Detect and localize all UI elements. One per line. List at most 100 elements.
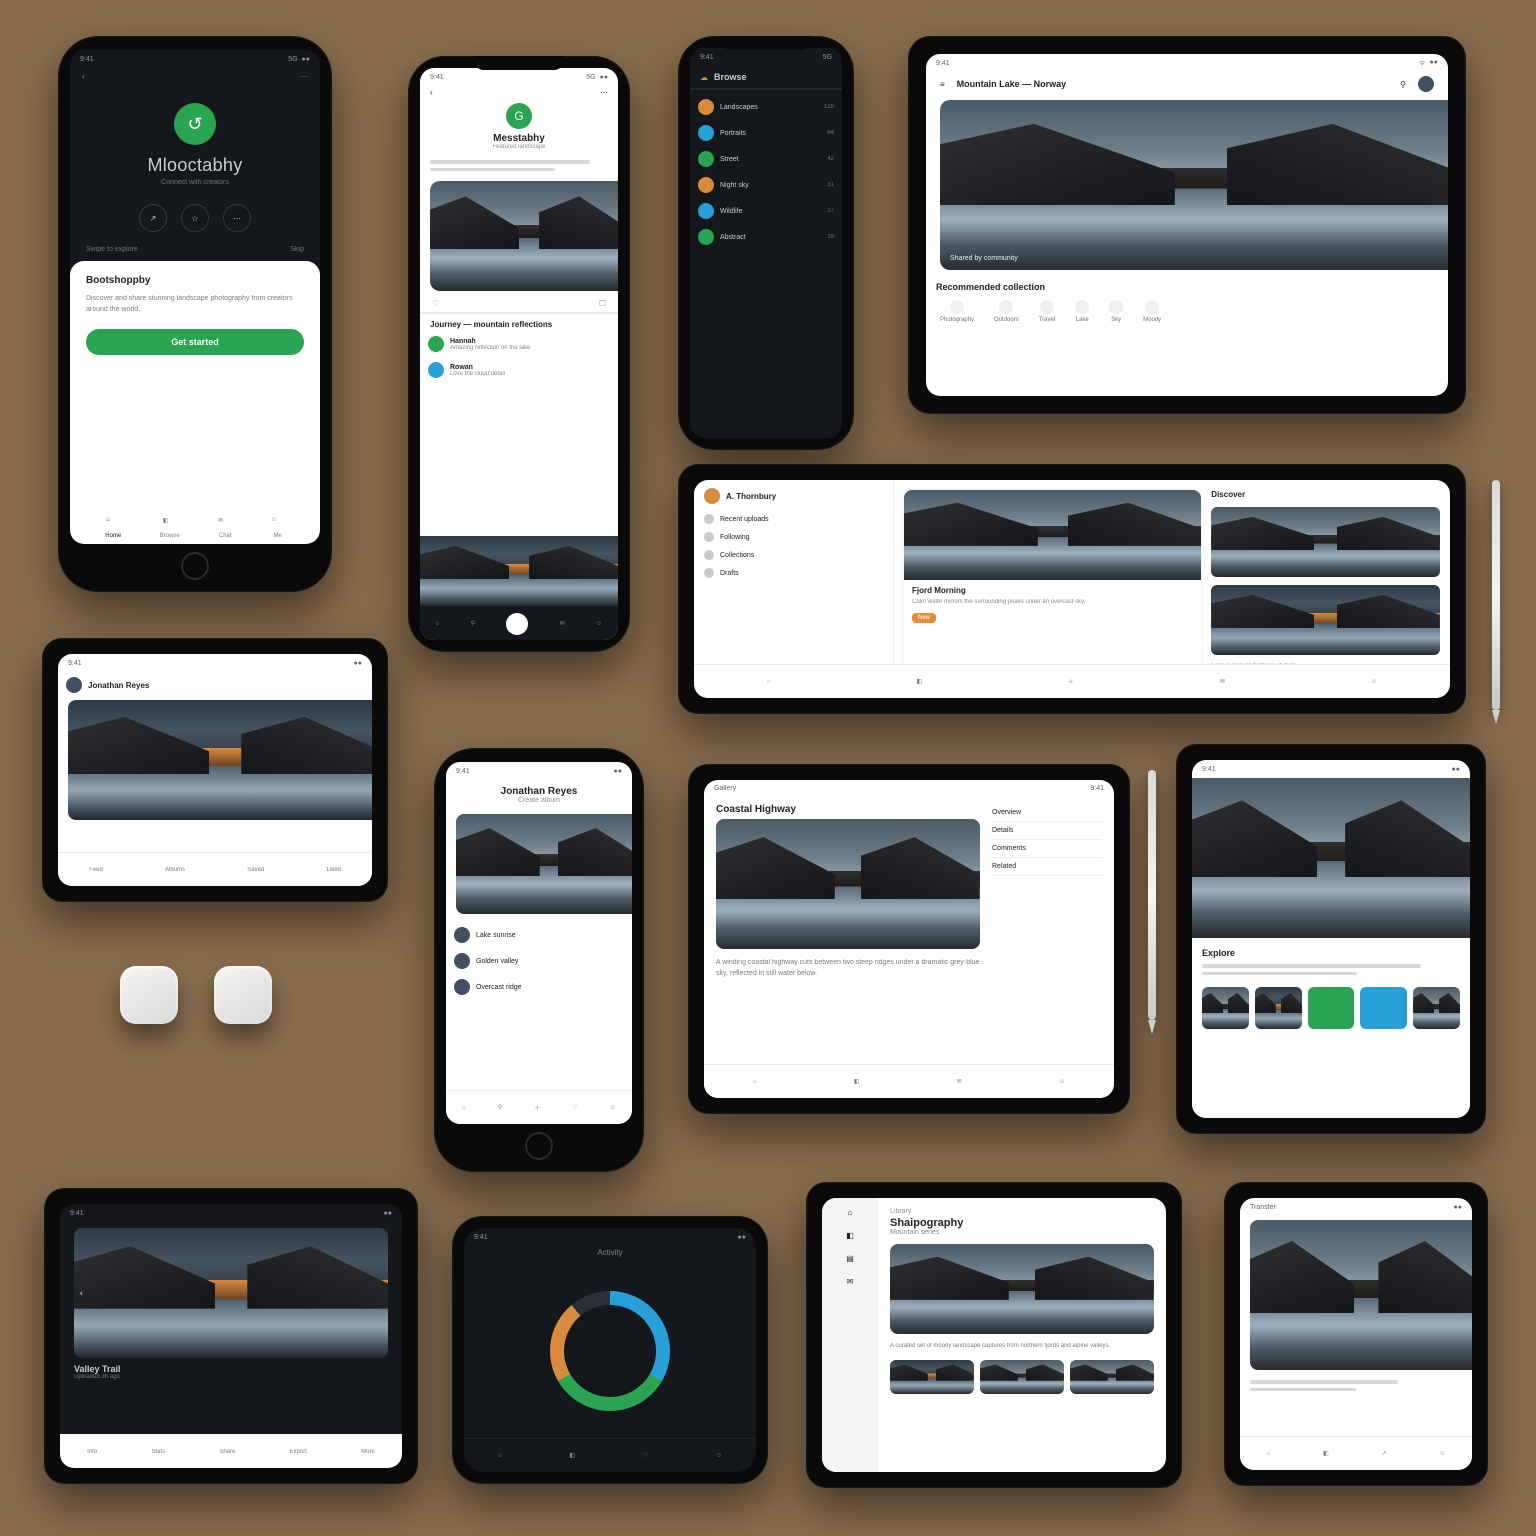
- thumb-image[interactable]: [980, 1360, 1064, 1394]
- nav-home-icon[interactable]: ⌂: [848, 1208, 853, 1217]
- tab-search[interactable]: ⚲: [498, 1104, 502, 1111]
- tab-item[interactable]: ☺: [716, 1453, 722, 1459]
- tag-item[interactable]: Sky: [1109, 300, 1123, 323]
- side-tab[interactable]: Related: [992, 858, 1102, 876]
- tab-item[interactable]: ☺: [1439, 1451, 1445, 1457]
- tag-item[interactable]: Outdoors: [994, 300, 1019, 323]
- hero-image[interactable]: [68, 700, 372, 820]
- album-row[interactable]: Lake sunrise: [446, 922, 632, 948]
- back-icon[interactable]: ‹: [430, 88, 433, 97]
- tab-home[interactable]: ⌂: [462, 1105, 466, 1111]
- tag-item[interactable]: Photography: [940, 300, 974, 323]
- tab-item[interactable]: ◧: [1323, 1450, 1329, 1457]
- avatar[interactable]: [1418, 76, 1434, 92]
- tab-export[interactable]: Export: [290, 1449, 307, 1455]
- tab-add[interactable]: ＋: [534, 1103, 540, 1112]
- category-row[interactable]: Night sky 31: [690, 172, 842, 198]
- tab-stats[interactable]: Stats: [151, 1449, 165, 1455]
- hero-image[interactable]: ‹ ›: [74, 1228, 388, 1358]
- category-row[interactable]: Street 42: [690, 146, 842, 172]
- thumb-image[interactable]: [1211, 507, 1440, 577]
- tab-browse[interactable]: ◧Browse: [160, 517, 180, 539]
- tab-item[interactable]: ◧: [854, 1078, 860, 1085]
- tab-item[interactable]: ✉: [957, 1078, 962, 1085]
- hero-image[interactable]: [890, 1244, 1154, 1334]
- category-row[interactable]: Landscapes 128: [690, 94, 842, 120]
- hero-image[interactable]: [430, 181, 618, 291]
- tab-inbox[interactable]: ✉: [560, 620, 565, 627]
- back-icon[interactable]: ‹: [82, 72, 85, 81]
- hero-image[interactable]: [456, 814, 632, 914]
- tab-item[interactable]: ⌂: [1266, 1451, 1270, 1457]
- thumb-image[interactable]: [1211, 585, 1440, 655]
- tab-alerts[interactable]: ♡: [572, 1104, 577, 1111]
- tab-home[interactable]: ⌂: [767, 679, 771, 685]
- sidebar-toggle-icon[interactable]: ≡: [940, 80, 945, 89]
- tab-item[interactable]: ♡: [643, 1452, 648, 1459]
- tab-liked[interactable]: Liked: [327, 867, 341, 873]
- category-row[interactable]: Abstract 19: [690, 224, 842, 250]
- breadcrumb[interactable]: Gallery: [714, 785, 736, 792]
- feed-card[interactable]: Fjord Morning Calm water mirrors the sur…: [904, 490, 1201, 688]
- tab-item[interactable]: ⌂: [498, 1453, 502, 1459]
- tab-share[interactable]: Share: [219, 1449, 235, 1455]
- tab-chat[interactable]: ✉Chat: [218, 517, 232, 539]
- comment-row[interactable]: RowanLove the cloud detail: [420, 357, 618, 383]
- tab-saved[interactable]: Saved: [247, 867, 264, 873]
- tab-home[interactable]: ⌂: [436, 621, 440, 627]
- menu-icon[interactable]: ⋯: [300, 72, 308, 81]
- tab-me[interactable]: ☺: [1371, 679, 1377, 685]
- tab-item[interactable]: ☺: [1059, 1079, 1065, 1085]
- hero-image[interactable]: [1192, 778, 1470, 938]
- hero-image[interactable]: [1250, 1220, 1472, 1370]
- tab-post[interactable]: [506, 613, 528, 635]
- tab-me[interactable]: ☺: [596, 621, 602, 627]
- sidebar-item[interactable]: Following: [704, 528, 883, 546]
- tab-feed[interactable]: Feed: [89, 867, 103, 873]
- tab-albums[interactable]: Albums: [165, 867, 185, 873]
- action-more-icon[interactable]: ⋯: [223, 204, 251, 232]
- tab-info[interactable]: Info: [87, 1449, 97, 1455]
- tab-add[interactable]: ＋: [1068, 677, 1074, 686]
- album-row[interactable]: Golden valley: [446, 948, 632, 974]
- nav-library-icon[interactable]: ▤: [846, 1254, 854, 1263]
- nav-browse-icon[interactable]: ◧: [846, 1231, 854, 1240]
- hero-image[interactable]: Shared by community: [940, 100, 1448, 270]
- tab-browse[interactable]: ◧: [916, 678, 922, 685]
- prev-icon[interactable]: ‹: [80, 1289, 83, 1298]
- hero-image[interactable]: [716, 819, 980, 949]
- like-icon[interactable]: ♡: [432, 299, 439, 308]
- action-save-icon[interactable]: ☆: [181, 204, 209, 232]
- sidebar-item[interactable]: Recent uploads: [704, 510, 883, 528]
- action-share-icon[interactable]: ↗: [139, 204, 167, 232]
- side-tab[interactable]: Overview: [992, 804, 1102, 822]
- tab-item[interactable]: ↗: [1381, 1450, 1386, 1457]
- thumb-color[interactable]: [1308, 987, 1355, 1029]
- thumb-image[interactable]: [1413, 987, 1460, 1029]
- search-icon[interactable]: ⚲: [1400, 80, 1406, 89]
- tab-item[interactable]: ◧: [569, 1452, 575, 1459]
- thumb-image[interactable]: [1255, 987, 1302, 1029]
- tag-item[interactable]: Moody: [1143, 300, 1161, 323]
- thumb-color[interactable]: [1360, 987, 1407, 1029]
- tab-item[interactable]: ⌂: [753, 1079, 757, 1085]
- thumb-image[interactable]: [1070, 1360, 1154, 1394]
- tab-inbox[interactable]: ✉: [1220, 678, 1225, 685]
- tag-item[interactable]: Travel: [1039, 300, 1055, 323]
- category-row[interactable]: Portraits 64: [690, 120, 842, 146]
- comment-row[interactable]: HannahAmazing reflection on the lake: [420, 331, 618, 357]
- secondary-image[interactable]: [420, 536, 618, 606]
- side-tab[interactable]: Details: [992, 822, 1102, 840]
- tab-more[interactable]: More: [361, 1449, 375, 1455]
- bookmark-icon[interactable]: ☐: [599, 299, 606, 308]
- album-row[interactable]: Overcast ridge: [446, 974, 632, 1000]
- tab-home[interactable]: ⌂Home: [105, 517, 121, 539]
- tag-item[interactable]: Lake: [1075, 300, 1089, 323]
- thumb-image[interactable]: [1202, 987, 1249, 1029]
- nav-inbox-icon[interactable]: ✉: [847, 1277, 854, 1286]
- sidebar-item[interactable]: Drafts: [704, 564, 883, 582]
- get-started-button[interactable]: Get started: [86, 329, 304, 355]
- thumb-image[interactable]: [890, 1360, 974, 1394]
- sidebar-item[interactable]: Collections: [704, 546, 883, 564]
- tab-me[interactable]: ☺Me: [271, 517, 285, 539]
